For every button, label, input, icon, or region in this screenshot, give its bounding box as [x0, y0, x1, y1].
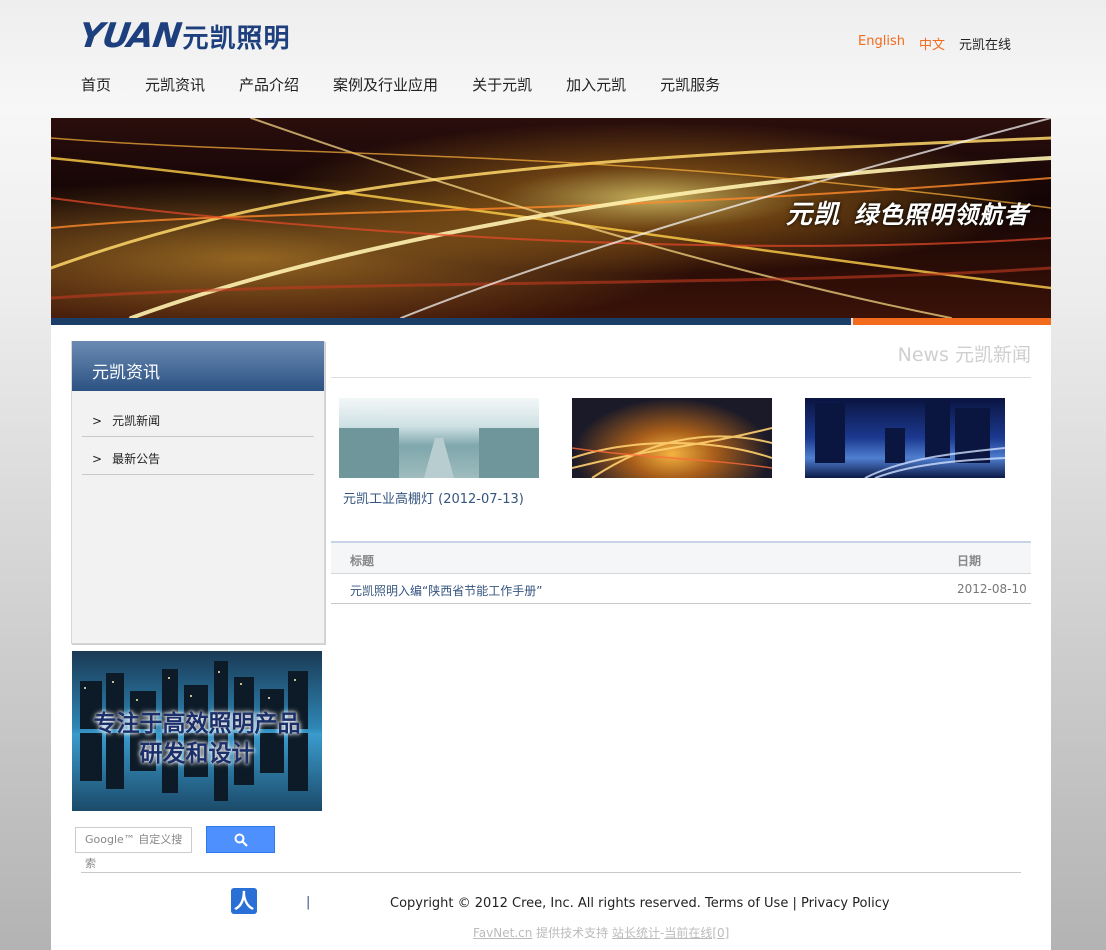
news-thumb-caption[interactable]: 元凯工业高棚灯 (2012-07-13): [343, 488, 539, 507]
stats-link[interactable]: 站长统计: [612, 926, 660, 940]
nav-cases[interactable]: 案例及行业应用: [333, 74, 438, 95]
content-area: 元凯资讯 > 元凯新闻 > 最新公告 专注于高效照明产品 研发和设计 Googl…: [51, 325, 1051, 950]
news-thumb-2[interactable]: [572, 398, 772, 507]
logo[interactable]: YUAN 元凯照明: [76, 16, 291, 56]
google-search: Google™ 自定义搜索: [75, 826, 275, 870]
footer-separator: |: [306, 895, 311, 910]
copyright-text: Copyright © 2012 Cree, Inc. All rights r…: [390, 896, 890, 911]
search-button[interactable]: [206, 826, 275, 853]
main-nav: 首页 元凯资讯 产品介绍 案例及行业应用 关于元凯 加入元凯 元凯服务: [81, 74, 754, 95]
news-thumb-1[interactable]: 元凯工业高棚灯 (2012-07-13): [339, 398, 539, 507]
table-header: 标题 日期: [331, 543, 1031, 574]
lang-chinese-link[interactable]: 中文: [919, 34, 945, 53]
sidebar-item-label: 最新公告: [112, 452, 161, 466]
renren-icon[interactable]: 人: [231, 888, 257, 914]
sidebar-item-label: 元凯新闻: [112, 414, 161, 428]
promo-banner[interactable]: 专注于高效照明产品 研发和设计: [72, 651, 322, 811]
footer-divider: [81, 872, 1021, 873]
banner-brand: 元凯: [785, 200, 840, 230]
logo-chinese: 元凯照明: [182, 23, 291, 54]
chevron-right-icon: >: [92, 452, 103, 466]
banner-slogan-text: 绿色照明领航者: [854, 201, 1029, 229]
news-thumbnails: 元凯工业高棚灯 (2012-07-13): [339, 398, 1038, 507]
col-title-header: 标题: [350, 554, 375, 568]
favnet-link[interactable]: FavNet.cn: [473, 926, 532, 940]
sidebar: 元凯资讯 > 元凯新闻 > 最新公告: [71, 341, 325, 644]
accent-strip-orange: [853, 318, 1051, 325]
header: YUAN 元凯照明 English 中文 元凯在线 首页 元凯资讯 产品介绍 案…: [51, 0, 1051, 118]
section-title: News 元凯新闻: [331, 341, 1031, 378]
accent-strip-blue: [51, 318, 851, 325]
nav-service[interactable]: 元凯服务: [660, 74, 720, 95]
search-icon: [234, 833, 248, 847]
news-title-link[interactable]: 元凯照明入编“陕西省节能工作手册”: [350, 582, 542, 599]
promo-text: 专注于高效照明产品 研发和设计: [72, 709, 322, 769]
sidebar-item-news[interactable]: > 元凯新闻: [82, 399, 314, 437]
nav-products[interactable]: 产品介绍: [239, 74, 299, 95]
footer-credits: FavNet.cn 提供技术支持 站长统计-当前在线[0]: [473, 924, 729, 941]
sidebar-title: 元凯资讯: [72, 341, 324, 391]
news-thumb-3[interactable]: [805, 398, 1005, 507]
office-photo: [339, 398, 539, 478]
search-input[interactable]: Google™ 自定义搜索: [75, 826, 192, 870]
online-link[interactable]: 元凯在线: [959, 34, 1011, 53]
nav-news[interactable]: 元凯资讯: [145, 74, 205, 95]
online-count-link[interactable]: 当前在线[0]: [664, 926, 729, 940]
promo-line-2: 研发和设计: [139, 741, 255, 767]
promo-line-1: 专注于高效照明产品: [93, 711, 301, 737]
nav-join[interactable]: 加入元凯: [566, 74, 626, 95]
news-date: 2012-08-10: [957, 582, 1027, 596]
page: YUAN 元凯照明 English 中文 元凯在线 首页 元凯资讯 产品介绍 案…: [51, 0, 1051, 950]
table-row: 元凯照明入编“陕西省节能工作手册” 2012-08-10: [331, 574, 1031, 604]
traffic-night-photo: [572, 398, 772, 478]
sidebar-item-announcements[interactable]: > 最新公告: [82, 437, 314, 475]
credit-text: 提供技术支持: [532, 926, 612, 940]
city-night-photo: [805, 398, 1005, 478]
sidebar-list: > 元凯新闻 > 最新公告: [82, 399, 314, 475]
main-panel: News 元凯新闻 元凯工业高棚灯 (2012-07-13) 标题 日期 元凯照…: [331, 341, 1031, 604]
language-switcher: English 中文 元凯在线: [858, 34, 1011, 53]
hero-banner: 元凯 绿色照明领航者: [51, 118, 1051, 318]
nav-about[interactable]: 关于元凯: [472, 74, 532, 95]
banner-slogan: 元凯 绿色照明领航者: [786, 194, 1029, 231]
lang-english-link[interactable]: English: [858, 34, 905, 53]
news-table: 标题 日期 元凯照明入编“陕西省节能工作手册” 2012-08-10: [331, 541, 1031, 604]
logo-latin: YUAN: [76, 16, 184, 56]
chevron-right-icon: >: [92, 414, 103, 428]
col-date-header: 日期: [957, 554, 982, 568]
nav-home[interactable]: 首页: [81, 74, 111, 95]
